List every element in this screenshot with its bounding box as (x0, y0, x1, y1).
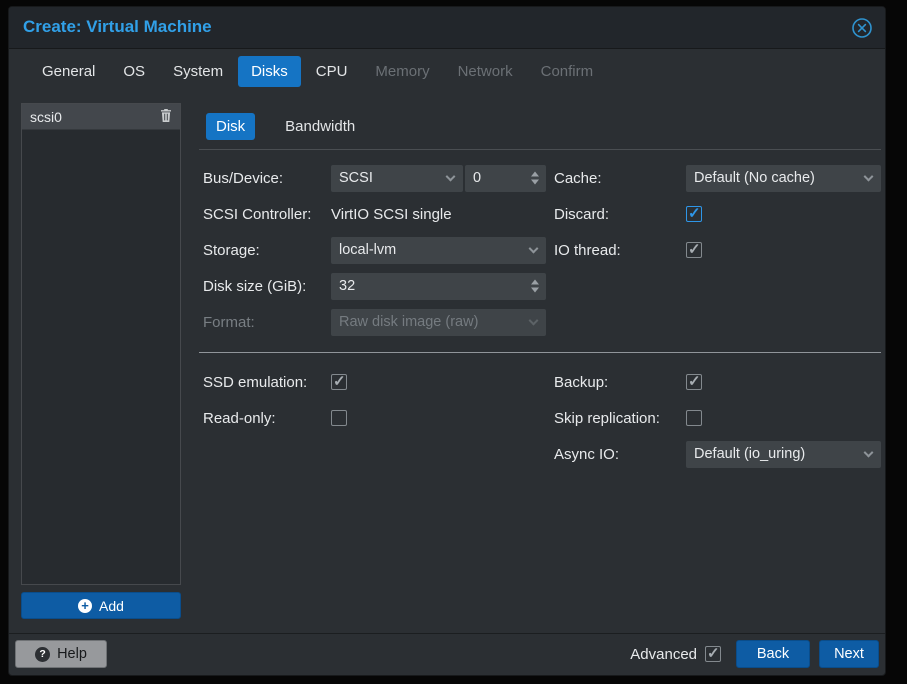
io-thread-checkbox[interactable] (686, 240, 702, 258)
cache-select[interactable]: Default (No cache) (686, 164, 881, 192)
disk-subtabs: Disk Bandwidth (199, 101, 881, 140)
spinner-arrows-icon[interactable] (531, 279, 539, 293)
subtab-bandwidth[interactable]: Bandwidth (275, 113, 365, 140)
async-io-select-value: Default (io_uring) (694, 446, 806, 462)
add-disk-button[interactable]: + Add (21, 592, 181, 619)
disk-size-field[interactable]: 32 (331, 272, 546, 300)
storage-select[interactable]: local-lvm (331, 236, 546, 264)
async-io-select[interactable]: Default (io_uring) (686, 440, 881, 468)
discard-label: Discard: (554, 205, 610, 223)
format-select: Raw disk image (raw) (331, 308, 546, 336)
create-vm-dialog: Create: Virtual Machine General OS Syste… (8, 6, 886, 676)
help-button-label: Help (57, 646, 87, 662)
io-thread-label: IO thread: (554, 241, 621, 259)
bus-device-label: Bus/Device: (203, 169, 284, 187)
chevron-down-icon (445, 171, 456, 182)
row-disk-size: Disk size (GiB): 32 (199, 268, 881, 304)
backup-checkbox[interactable] (686, 372, 702, 390)
tab-system[interactable]: System (160, 56, 236, 87)
ssd-emulation-label: SSD emulation: (203, 373, 308, 391)
chevron-down-icon (528, 243, 539, 254)
dialog-title: Create: Virtual Machine (23, 17, 212, 36)
backup-label: Backup: (554, 373, 609, 391)
row-ssd-backup: SSD emulation: Backup: (199, 364, 881, 400)
subtab-divider (199, 149, 881, 150)
row-readonly-skiprepl: Read-only: Skip replication: (199, 400, 881, 436)
tab-disks[interactable]: Disks (238, 55, 301, 87)
async-io-label: Async IO: (554, 445, 620, 463)
cache-label: Cache: (554, 169, 602, 187)
back-button[interactable]: Back (736, 640, 810, 668)
dialog-header: Create: Virtual Machine (9, 7, 885, 49)
subtab-disk[interactable]: Disk (206, 113, 256, 140)
scsi-controller-label: SCSI Controller: (203, 205, 312, 223)
bus-select[interactable]: SCSI (331, 164, 463, 192)
cache-select-value: Default (No cache) (694, 170, 815, 186)
chevron-down-icon (863, 447, 874, 458)
advanced-checkbox[interactable] (705, 644, 721, 662)
disk-list-panel: scsi0 (21, 103, 181, 585)
trash-icon[interactable] (160, 108, 172, 125)
read-only-checkbox[interactable] (331, 410, 347, 426)
device-number-value: 0 (473, 170, 482, 186)
disk-size-label: Disk size (GiB): (203, 277, 307, 295)
footer-actions: Advanced Back Next (630, 640, 879, 668)
scsi-controller-value: VirtIO SCSI single (331, 205, 452, 223)
storage-select-value: local-lvm (339, 242, 397, 258)
plus-circle-icon: + (78, 598, 93, 613)
advanced-label: Advanced (630, 645, 697, 663)
wizard-tabbar: General OS System Disks CPU Memory Netwo… (9, 51, 885, 91)
disk-list-item-scsi0[interactable]: scsi0 (22, 104, 180, 130)
skip-replication-label: Skip replication: (554, 409, 660, 427)
close-icon[interactable] (851, 17, 873, 39)
add-disk-label: Add (99, 597, 124, 614)
tab-confirm: Confirm (540, 62, 594, 80)
format-label: Format: (203, 313, 255, 331)
discard-checkbox[interactable] (686, 204, 702, 222)
disk-size-value: 32 (339, 278, 356, 294)
dialog-footer: ? Help Advanced Back Next (9, 633, 885, 675)
row-storage-iothread: Storage: local-lvm IO thread: (199, 232, 881, 268)
ssd-emulation-checkbox[interactable] (331, 372, 347, 390)
disk-settings-panel: Disk Bandwidth Bus/Device: SCSI 0 Cache: (199, 101, 881, 472)
tab-general[interactable]: General (29, 56, 108, 87)
spinner-arrows-icon[interactable] (531, 171, 539, 185)
question-circle-icon: ? (35, 646, 51, 662)
row-bus-device-cache: Bus/Device: SCSI 0 Cache: Default (No ca… (199, 160, 881, 196)
help-button[interactable]: ? Help (15, 640, 107, 668)
read-only-label: Read-only: (203, 409, 276, 427)
tab-memory: Memory (375, 62, 430, 80)
storage-label: Storage: (203, 241, 260, 259)
disk-item-label: scsi0 (30, 108, 62, 125)
skip-replication-checkbox[interactable] (686, 410, 702, 426)
chevron-down-icon (528, 315, 539, 326)
bus-select-value: SCSI (339, 170, 373, 186)
tab-network: Network (457, 62, 513, 80)
row-format: Format: Raw disk image (raw) (199, 304, 881, 340)
row-controller-discard: SCSI Controller: VirtIO SCSI single Disc… (199, 196, 881, 232)
tab-cpu[interactable]: CPU (303, 56, 361, 87)
section-divider (199, 352, 881, 353)
row-async-io: Async IO: Default (io_uring) (199, 436, 881, 472)
next-button[interactable]: Next (819, 640, 879, 668)
tab-os[interactable]: OS (110, 56, 158, 87)
device-number-field[interactable]: 0 (465, 164, 546, 192)
format-select-value: Raw disk image (raw) (339, 314, 479, 330)
chevron-down-icon (863, 171, 874, 182)
